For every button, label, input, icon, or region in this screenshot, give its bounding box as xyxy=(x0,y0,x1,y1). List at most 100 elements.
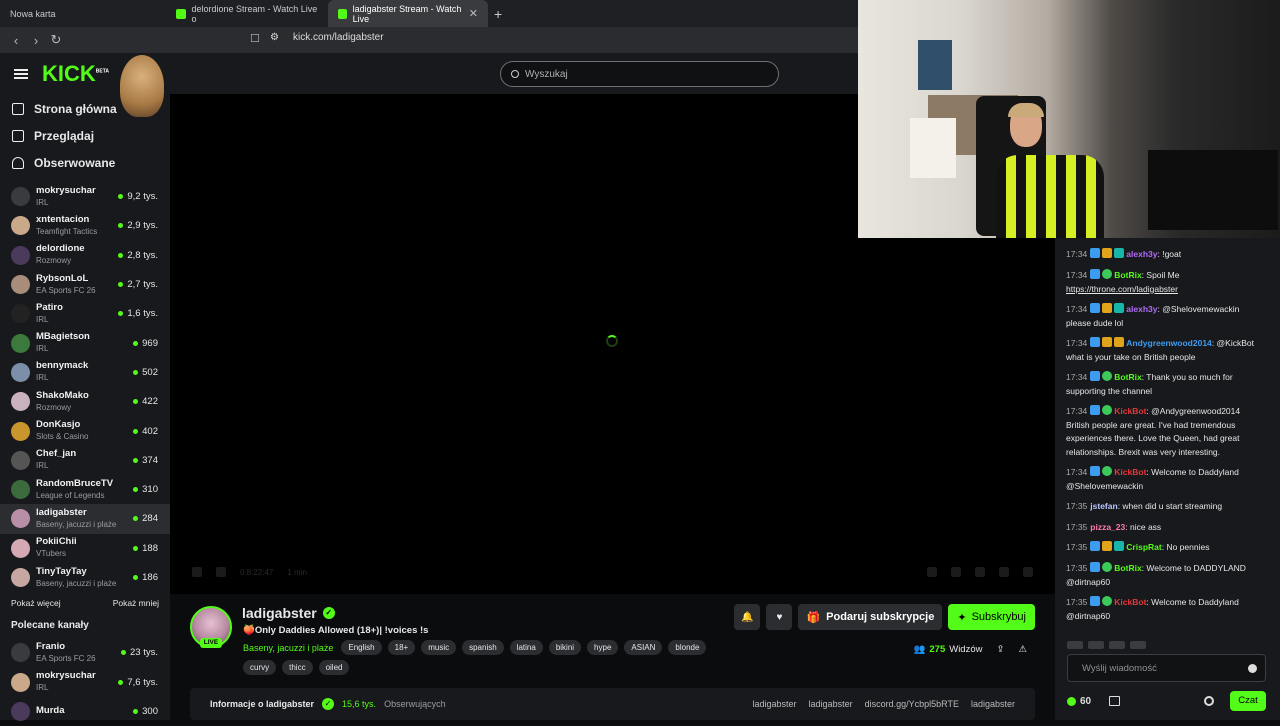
sidebar-channel-donkasjo[interactable]: DonKasjo Slots & Casino 402 xyxy=(0,416,170,445)
search-input[interactable]: Wyszukaj xyxy=(500,61,779,87)
tag-chip[interactable]: spanish xyxy=(462,640,504,655)
sidebar-channel-mokrysuchar[interactable]: mokrysuchar IRL 7,6 tys. xyxy=(0,667,170,696)
nav-following[interactable]: Obserwowane xyxy=(0,149,170,176)
sidebar-channel-mokrysuchar[interactable]: mokrysuchar IRL 9,2 tys. xyxy=(0,182,170,211)
message-user[interactable]: alexh3y xyxy=(1126,304,1157,314)
channel-name-row: ladigabster ✓ xyxy=(242,605,335,621)
message-user[interactable]: BotRix xyxy=(1114,563,1141,573)
chat-send-button[interactable]: Czat xyxy=(1230,691,1266,711)
channel-actions: 🔔 ♥ 🎁 Podaruj subskrypcje ✦ Subskrybuj xyxy=(734,604,1035,630)
tag-chip[interactable]: music xyxy=(421,640,457,655)
url-field[interactable]: ⚙ kick.com/ladigabster xyxy=(270,32,384,43)
message-user[interactable]: Andygreenwood2014 xyxy=(1126,338,1212,348)
message-user[interactable]: BotRix xyxy=(1114,270,1141,280)
message-user[interactable]: KickBot xyxy=(1114,597,1146,607)
badge-icon xyxy=(1090,405,1101,415)
badge-icon xyxy=(1102,248,1113,258)
message-link[interactable]: https://throne.com/ladigabster xyxy=(1066,284,1178,294)
sidebar-channel-patiro[interactable]: Patiro IRL 1,6 tys. xyxy=(0,299,170,328)
nav-browse[interactable]: Przeglądaj xyxy=(0,122,170,149)
sidebar-channel-franio[interactable]: Franio EA Sports FC 26 23 tys. xyxy=(0,638,170,667)
pip-icon[interactable] xyxy=(999,567,1009,577)
channel-points[interactable]: 60 xyxy=(1067,696,1091,707)
gift-subs-button[interactable]: 🎁 Podaruj subskrypcje xyxy=(798,604,943,630)
sidebar-channel-mbagietson[interactable]: MBagietson IRL 969 xyxy=(0,328,170,357)
sidebar-channel-rybsonlol[interactable]: RybsonLoL EA Sports FC 26 2,7 tys. xyxy=(0,270,170,299)
show-more-button[interactable]: Pokaż więcej xyxy=(11,598,61,614)
social-links: ladigabster ladigabster discord.gg/Ycbpl… xyxy=(753,699,1015,709)
tag-chip[interactable]: oiled xyxy=(318,660,350,675)
x-link[interactable]: ladigabster xyxy=(753,699,797,709)
tag-chip[interactable]: hype xyxy=(587,640,619,655)
show-less-button[interactable]: Pokaż mniej xyxy=(113,598,159,614)
message-user[interactable]: KickBot xyxy=(1114,467,1146,477)
gear-icon[interactable] xyxy=(1204,696,1214,706)
sidebar-channel-murda[interactable]: Murda 300 xyxy=(0,697,170,726)
clip-icon[interactable] xyxy=(927,567,937,577)
message-user[interactable]: KickBot xyxy=(1114,406,1146,416)
badge-icon xyxy=(1102,269,1113,279)
tiktok-link[interactable]: ladigabster xyxy=(971,699,1015,709)
play-icon[interactable] xyxy=(192,567,202,577)
fullscreen-icon[interactable] xyxy=(1023,567,1033,577)
tag-chip[interactable]: English xyxy=(341,640,382,655)
tag-chip[interactable]: thicc xyxy=(282,660,313,675)
tag-chip[interactable]: blonde xyxy=(668,640,707,655)
discord-link[interactable]: discord.gg/Ycbpl5bRTE xyxy=(865,699,959,709)
forward-icon[interactable]: › xyxy=(26,33,46,48)
sidebar-channel-xntentacion[interactable]: xntentacion Teamfight Tactics 2,9 tys. xyxy=(0,211,170,240)
sidebar-channel-shakomako[interactable]: ShakoMako Rozmowy 422 xyxy=(0,387,170,416)
category-link[interactable]: Baseny, jacuzzi i plaże xyxy=(243,643,333,653)
sidebar-channel-ladigabster[interactable]: ladigabster Baseny, jacuzzi i plaże 284 xyxy=(0,504,170,534)
reload-icon[interactable]: ↻ xyxy=(46,32,66,48)
kick-logo[interactable]: KICKBETA xyxy=(42,61,109,87)
chat-input[interactable]: Wyślij wiadomość xyxy=(1067,654,1266,682)
emote-icon[interactable] xyxy=(1067,641,1083,649)
menu-icon[interactable] xyxy=(14,69,28,79)
bookmark-icon[interactable]: ☐ xyxy=(250,32,260,45)
tab-new[interactable]: Nowa karta xyxy=(0,0,166,27)
message-user[interactable]: BotRix xyxy=(1114,372,1141,382)
sidebar-channel-tinytaytay[interactable]: TinyTayTay Baseny, jacuzzi i plaże 186 xyxy=(0,563,170,592)
back-icon[interactable]: ‹ xyxy=(6,33,26,48)
emote-icon[interactable] xyxy=(1109,641,1125,649)
subscribe-button[interactable]: ✦ Subskrybuj xyxy=(948,604,1035,630)
share-icon[interactable]: ⇪ xyxy=(997,644,1005,655)
settings-icon[interactable] xyxy=(975,567,985,577)
tab-delordione[interactable]: delordione Stream - Watch Live o xyxy=(166,0,328,27)
close-icon[interactable]: ✕ xyxy=(469,7,478,20)
sidebar-channel-randombrucetv[interactable]: RandomBruceTV League of Legends 310 xyxy=(0,475,170,504)
volume-icon[interactable] xyxy=(216,567,226,577)
channel-text: mokrysuchar IRL xyxy=(36,185,96,209)
sidebar-channel-delordione[interactable]: delordione Rozmowy 2,8 tys. xyxy=(0,241,170,270)
sidebar-channel-pokiichii[interactable]: PokiiChii VTubers 188 xyxy=(0,534,170,563)
message-user[interactable]: jstefan xyxy=(1090,501,1117,511)
stream-title: 🍑Only Daddies Allowed (18+)| !voices !s xyxy=(243,625,429,636)
new-tab-button[interactable]: + xyxy=(494,6,502,22)
viewer-count: 310 xyxy=(133,484,158,495)
message-user[interactable]: alexh3y xyxy=(1126,249,1157,259)
follow-heart-button[interactable]: ♥ xyxy=(766,604,793,630)
site-info-icon[interactable]: ⚙ xyxy=(270,32,279,43)
emoji-icon[interactable] xyxy=(1248,664,1257,673)
tag-chip[interactable]: 18+ xyxy=(387,640,416,655)
tag-chip[interactable]: latina xyxy=(509,640,543,655)
tag-chip[interactable]: bikini xyxy=(548,640,582,655)
playback-time: 0:8:22:47 xyxy=(240,567,274,577)
message-user[interactable]: pizza_23 xyxy=(1090,522,1125,532)
tag-chip[interactable]: curvy xyxy=(243,660,277,675)
channel-name[interactable]: ladigabster xyxy=(242,605,317,621)
emote-icon[interactable] xyxy=(1088,641,1104,649)
instagram-link[interactable]: ladigabster xyxy=(809,699,853,709)
tab-ladigabster[interactable]: ladigabster Stream - Watch Live ✕ xyxy=(328,0,488,27)
notification-bell-button[interactable]: 🔔 xyxy=(734,604,761,630)
channel-category: League of Legends xyxy=(36,490,105,500)
theater-icon[interactable] xyxy=(951,567,961,577)
message-user[interactable]: CrispRat xyxy=(1126,542,1161,552)
store-icon[interactable] xyxy=(1109,696,1121,706)
sidebar-channel-bennymack[interactable]: bennymack IRL 502 xyxy=(0,358,170,387)
tag-chip[interactable]: ASIAN xyxy=(624,640,663,655)
report-icon[interactable]: ⚠ xyxy=(1018,644,1027,655)
sidebar-channel-chef_jan[interactable]: Chef_jan IRL 374 xyxy=(0,446,170,475)
emote-icon[interactable] xyxy=(1130,641,1146,649)
